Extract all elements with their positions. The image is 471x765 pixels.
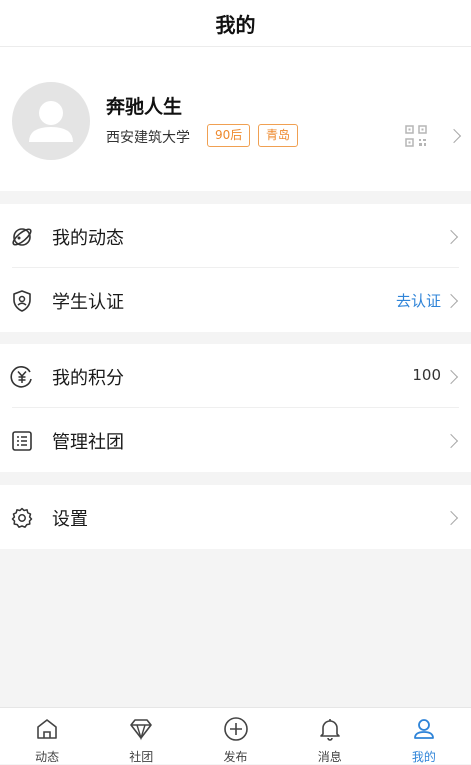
shield-user-icon bbox=[13, 290, 31, 312]
chevron-right-icon bbox=[443, 293, 459, 309]
school-name: 西安建筑大学 bbox=[106, 130, 190, 146]
city-tag: 青岛 bbox=[258, 124, 299, 147]
planet-icon bbox=[12, 228, 32, 246]
user-icon bbox=[414, 719, 434, 739]
tab-label: 发布 bbox=[223, 750, 248, 764]
tab-messages[interactable]: 消息 bbox=[283, 708, 377, 764]
default-avatar-icon bbox=[29, 101, 73, 142]
yen-coin-icon bbox=[10, 366, 32, 388]
chevron-right-icon bbox=[443, 510, 459, 526]
chevron-right-icon bbox=[446, 128, 462, 144]
menu-item-manage-clubs[interactable]: 管理社团 bbox=[0, 408, 471, 472]
tab-label: 社团 bbox=[129, 750, 154, 764]
menu-item-settings[interactable]: 设置 bbox=[0, 485, 471, 549]
menu-item-label: 我的积分 bbox=[52, 368, 124, 389]
chevron-right-icon bbox=[443, 229, 459, 245]
qr-code-icon[interactable] bbox=[405, 125, 427, 147]
menu-item-student-verification[interactable]: 学生认证 去认证 bbox=[0, 268, 471, 332]
menu-group-settings: 设置 bbox=[0, 485, 471, 549]
menu-item-my-posts[interactable]: 我的动态 bbox=[0, 204, 471, 268]
gear-icon bbox=[11, 507, 33, 528]
plus-circle-icon bbox=[223, 717, 248, 741]
chevron-right-icon bbox=[443, 433, 459, 449]
menu-item-label: 设置 bbox=[52, 509, 88, 530]
menu-group-activity: 我的动态 学生认证 去认证 bbox=[0, 204, 471, 332]
menu-item-label: 管理社团 bbox=[52, 432, 124, 453]
bell-icon bbox=[319, 719, 340, 741]
avatar[interactable] bbox=[12, 82, 90, 160]
list-card-icon bbox=[12, 431, 32, 451]
tab-dynamics[interactable]: 动态 bbox=[0, 708, 94, 764]
tab-label: 我的 bbox=[411, 750, 436, 764]
points-value: 100 bbox=[412, 366, 441, 384]
top-bar: 我的 bbox=[0, 0, 471, 47]
page-title: 我的 bbox=[215, 12, 256, 37]
menu-item-label: 学生认证 bbox=[52, 292, 124, 313]
tab-label: 动态 bbox=[35, 750, 60, 764]
age-tag: 90后 bbox=[207, 124, 251, 147]
tab-mine[interactable]: 我的 bbox=[377, 708, 471, 764]
diamond-icon bbox=[130, 719, 153, 741]
bottom-tab-bar: 动态 社团 发布 消息 我的 bbox=[0, 707, 471, 764]
menu-group-account: 我的积分 100 管理社团 bbox=[0, 344, 471, 472]
tab-label: 消息 bbox=[317, 750, 342, 764]
tab-clubs[interactable]: 社团 bbox=[94, 708, 188, 764]
profile-card[interactable]: 奔驰人生 西安建筑大学 90后 青岛 bbox=[0, 47, 471, 191]
nickname: 奔驰人生 bbox=[106, 96, 183, 118]
menu-item-label: 我的动态 bbox=[52, 228, 124, 249]
home-icon bbox=[37, 719, 57, 739]
verify-link[interactable]: 去认证 bbox=[396, 290, 441, 311]
chevron-right-icon bbox=[443, 369, 459, 385]
tab-publish[interactable]: 发布 bbox=[188, 708, 282, 764]
menu-item-my-points[interactable]: 我的积分 100 bbox=[0, 344, 471, 408]
